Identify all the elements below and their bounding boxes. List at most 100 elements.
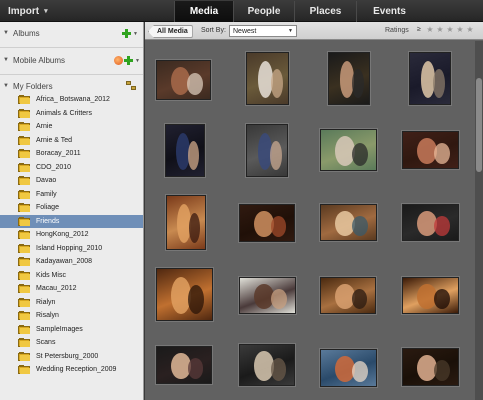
folder-icon: [18, 351, 30, 361]
folder-item[interactable]: Foliage: [0, 201, 143, 215]
my-folders-section-header[interactable]: ▼ My Folders: [0, 78, 143, 94]
thumbnail-grid: [145, 41, 475, 400]
photo-thumbnail[interactable]: [409, 52, 451, 105]
view-tabs: Media People Places Events: [174, 1, 422, 22]
photo-thumbnail[interactable]: [402, 204, 459, 241]
sort-select[interactable]: Newest ▼: [229, 25, 297, 37]
folder-icon: [18, 257, 30, 267]
folder-label: St Petersburg_2000: [36, 352, 99, 360]
photo-thumbnail[interactable]: [320, 349, 377, 387]
folder-item[interactable]: Davao: [0, 174, 143, 188]
photo-thumbnail[interactable]: [156, 346, 212, 384]
photo-thumbnail[interactable]: [328, 52, 370, 105]
ratings-label: Ratings: [385, 27, 409, 34]
folder-item[interactable]: HongKong_2012: [0, 228, 143, 242]
folder-item[interactable]: Arnie & Ted: [0, 134, 143, 148]
folder-item[interactable]: Kadayawan_2008: [0, 255, 143, 269]
scrollbar-thumb[interactable]: [476, 78, 482, 172]
folder-icon: [18, 203, 30, 213]
folder-label: Arnie & Ted: [36, 136, 73, 144]
folder-label: Scans: [36, 339, 56, 347]
star-icon[interactable]: ★: [435, 25, 445, 34]
sync-icon[interactable]: [114, 56, 123, 65]
my-folders-label: My Folders: [13, 81, 53, 91]
folder-tree-view-icon[interactable]: [126, 81, 137, 91]
folder-icon: [18, 122, 30, 132]
folder-icon: [18, 149, 30, 159]
chevron-down-icon[interactable]: ▼: [135, 58, 140, 64]
add-album-plus-icon[interactable]: [122, 29, 131, 38]
folder-item[interactable]: Rialyn: [0, 296, 143, 310]
import-label: Import: [8, 5, 40, 17]
photo-thumbnail[interactable]: [320, 204, 377, 241]
folder-label: Macau_2012: [36, 285, 77, 293]
tab-events[interactable]: Events: [356, 1, 422, 22]
folder-item[interactable]: Kids Misc: [0, 269, 143, 283]
tab-people[interactable]: People: [233, 1, 294, 22]
folder-icon: [18, 216, 30, 226]
photo-thumbnail[interactable]: [166, 195, 206, 250]
chevron-down-icon[interactable]: ▼: [133, 31, 138, 37]
all-media-button[interactable]: All Media: [148, 25, 193, 38]
photo-thumbnail[interactable]: [156, 268, 213, 321]
folder-item[interactable]: Risalyn: [0, 309, 143, 323]
import-button[interactable]: Import ▾: [8, 4, 48, 18]
folder-label: Davao: [36, 177, 57, 185]
photo-thumbnail[interactable]: [239, 277, 296, 314]
folder-item[interactable]: Africa_ Botswana_2012: [0, 93, 143, 107]
ratings-operator[interactable]: ≥: [417, 26, 421, 33]
photo-thumbnail[interactable]: [320, 129, 377, 171]
photo-thumbnail[interactable]: [320, 277, 376, 314]
albums-label: Albums: [13, 28, 40, 38]
folder-item[interactable]: Island Hopping_2010: [0, 242, 143, 256]
photo-thumbnail[interactable]: [246, 124, 288, 177]
photo-thumbnail[interactable]: [239, 204, 295, 242]
expand-triangle-icon[interactable]: ▼: [3, 83, 11, 89]
add-mobile-album-plus-icon[interactable]: [124, 56, 133, 65]
folder-label: Foliage: [36, 204, 59, 212]
chevron-down-icon: ▾: [44, 8, 48, 15]
star-icon[interactable]: ★: [445, 25, 455, 34]
folder-item[interactable]: Scans: [0, 336, 143, 350]
folder-icon: [18, 108, 30, 118]
folder-icon: [18, 284, 30, 294]
tab-media[interactable]: Media: [174, 1, 233, 22]
filter-bar: All Media Sort By: Newest ▼ Ratings ≥ ★ …: [145, 22, 483, 40]
photo-thumbnail[interactable]: [156, 60, 211, 100]
photo-thumbnail[interactable]: [246, 52, 289, 105]
folder-label: Arnie: [36, 123, 53, 131]
expand-triangle-icon[interactable]: ▼: [3, 30, 11, 36]
left-panel: ▼ Albums ▼ ▼ Mobile Albums ▼ ▼ My Folder…: [0, 22, 144, 400]
star-icon[interactable]: ★: [465, 25, 475, 34]
tab-places[interactable]: Places: [294, 1, 356, 22]
folder-item[interactable]: Boracay_2011: [0, 147, 143, 161]
folder-item[interactable]: Family: [0, 188, 143, 202]
sort-value: Newest: [233, 27, 257, 35]
folder-item[interactable]: Macau_2012: [0, 282, 143, 296]
folder-label: CDO_2010: [36, 163, 72, 171]
folder-item[interactable]: Animals & Critters: [0, 107, 143, 121]
mobile-albums-label: Mobile Albums: [13, 55, 66, 65]
photo-thumbnail[interactable]: [402, 348, 459, 386]
top-bar: Import ▾ Media People Places Events: [0, 0, 483, 22]
star-icon[interactable]: ★: [455, 25, 465, 34]
star-icon[interactable]: ★: [425, 25, 435, 34]
folder-item[interactable]: SampleImages: [0, 323, 143, 337]
folder-item[interactable]: CDO_2010: [0, 161, 143, 175]
folder-icon: [18, 324, 30, 334]
photo-thumbnail[interactable]: [402, 131, 459, 169]
folder-icon: [18, 243, 30, 253]
folder-item[interactable]: Wedding Reception_2009: [0, 363, 143, 377]
folder-icon: [18, 162, 30, 172]
folder-label: Risalyn: [36, 312, 59, 320]
folder-label: Wedding Reception_2009: [36, 366, 117, 374]
photo-thumbnail[interactable]: [165, 124, 205, 177]
folder-item[interactable]: Arnie: [0, 120, 143, 134]
folder-item[interactable]: Friends: [0, 214, 143, 228]
folder-label: Africa_ Botswana_2012: [36, 96, 110, 104]
folder-item[interactable]: St Petersburg_2000: [0, 350, 143, 364]
folder-label: Kids Misc: [36, 271, 66, 279]
expand-triangle-icon[interactable]: ▼: [3, 57, 11, 63]
photo-thumbnail[interactable]: [402, 277, 459, 314]
photo-thumbnail[interactable]: [239, 344, 295, 386]
